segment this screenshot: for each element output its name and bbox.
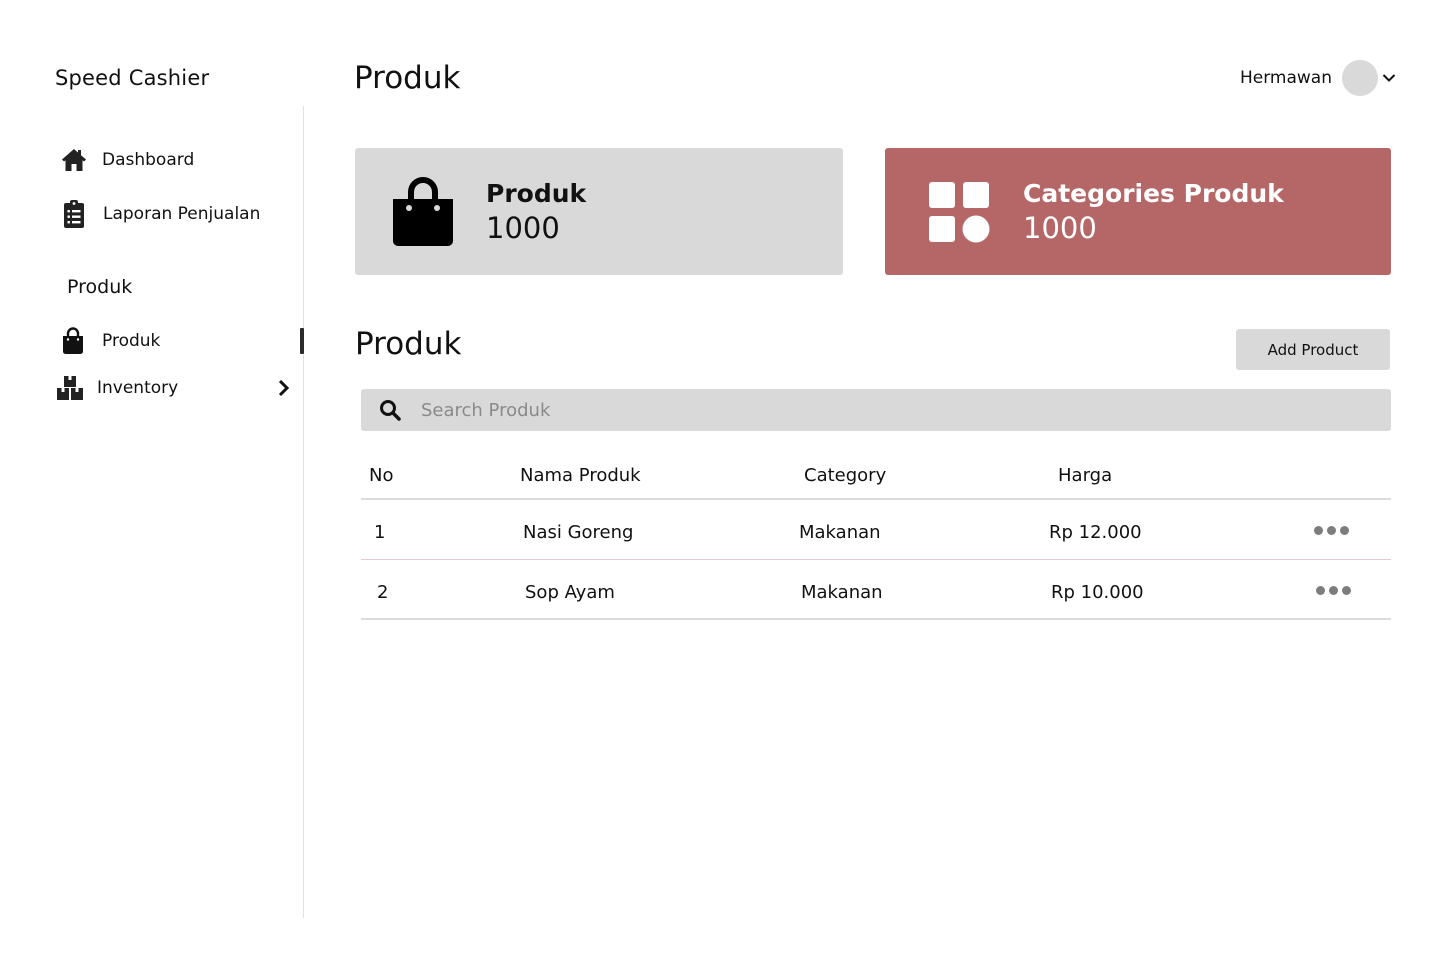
search-input[interactable]	[421, 389, 1391, 431]
home-icon	[60, 146, 88, 174]
cell-category: Makanan	[801, 582, 883, 603]
sidebar-divider	[303, 106, 304, 918]
sidebar-item-label: Laporan Penjualan	[103, 204, 261, 224]
shopping-bag-icon	[59, 327, 87, 355]
stat-label: Produk	[486, 179, 587, 208]
page-title: Produk	[354, 60, 461, 96]
column-header-no: No	[369, 465, 394, 486]
cell-name: Sop Ayam	[525, 582, 615, 603]
user-name: Hermawan	[1239, 68, 1332, 88]
cell-no: 2	[377, 582, 389, 603]
stat-value: 1000	[486, 211, 560, 245]
stat-value: 1000	[1023, 211, 1097, 245]
table-row[interactable]: 2 Sop Ayam Makanan Rp 10.000	[361, 560, 1391, 620]
product-table: No Nama Produk Category Harga 1 Nasi Gor…	[361, 455, 1391, 620]
chevron-down-icon	[1382, 70, 1398, 86]
cell-category: Makanan	[799, 522, 881, 543]
search-bar	[361, 389, 1391, 431]
shopping-bag-icon	[391, 176, 455, 248]
avatar	[1342, 60, 1378, 96]
clipboard-list-icon	[60, 200, 88, 228]
more-options-icon[interactable]	[1314, 526, 1349, 535]
table-header: No Nama Produk Category Harga	[361, 455, 1391, 500]
stat-card-produk: Produk 1000	[355, 148, 843, 275]
app-root: Speed Cashier Dashboard Laporan Penjuala…	[0, 0, 1440, 960]
sidebar-item-laporan-penjualan[interactable]: Laporan Penjualan	[60, 200, 260, 228]
add-product-button[interactable]: Add Product	[1236, 329, 1390, 370]
cell-no: 1	[374, 522, 386, 543]
section-title: Produk	[355, 326, 462, 362]
chevron-right-icon	[278, 378, 292, 398]
cell-price: Rp 12.000	[1049, 522, 1142, 543]
stat-label: Categories Produk	[1023, 179, 1284, 208]
active-nav-indicator	[300, 328, 304, 354]
sidebar-item-label: Dashboard	[102, 150, 195, 170]
stat-card-categories: Categories Produk 1000	[885, 148, 1391, 275]
category-grid-icon	[927, 176, 991, 248]
more-options-icon[interactable]	[1316, 586, 1351, 595]
column-header-category: Category	[804, 465, 887, 486]
app-title: Speed Cashier	[55, 66, 210, 90]
user-menu[interactable]: Hermawan	[1240, 60, 1398, 96]
sidebar-item-inventory[interactable]: Inventory	[56, 374, 292, 402]
column-header-harga: Harga	[1058, 465, 1113, 486]
sidebar-section-label: Produk	[67, 276, 133, 298]
search-icon[interactable]	[378, 398, 402, 422]
sidebar-item-produk[interactable]: Produk	[59, 327, 160, 355]
sidebar-item-dashboard[interactable]: Dashboard	[60, 146, 194, 174]
cell-name: Nasi Goreng	[523, 522, 634, 543]
boxes-icon	[56, 374, 84, 402]
sidebar-item-label: Produk	[102, 331, 161, 351]
sidebar-item-label: Inventory	[97, 378, 179, 398]
table-row[interactable]: 1 Nasi Goreng Makanan Rp 12.000	[361, 500, 1391, 560]
cell-price: Rp 10.000	[1051, 582, 1144, 603]
column-header-nama-produk: Nama Produk	[520, 465, 641, 486]
